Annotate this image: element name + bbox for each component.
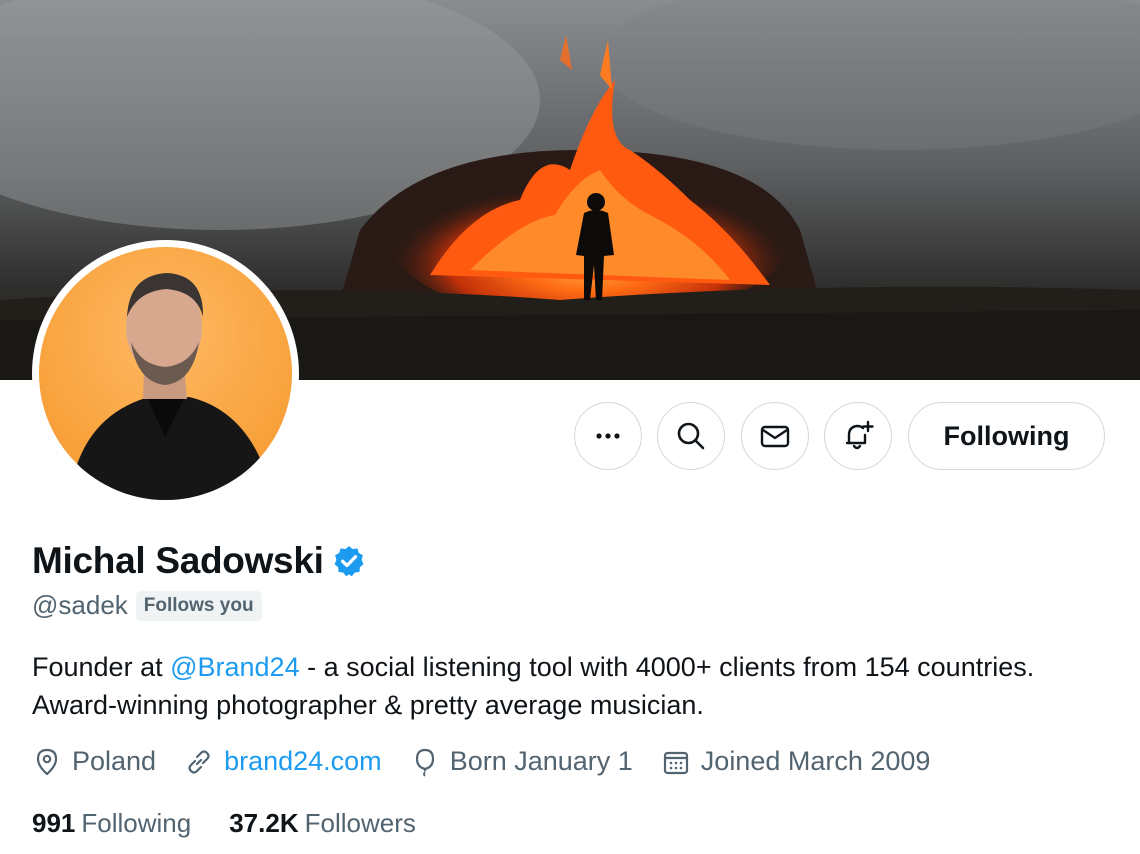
following-count: 991 [32, 808, 76, 838]
joined-item: Joined March 2009 [661, 746, 931, 777]
location-item: Poland [32, 746, 156, 777]
profile-stats: 991 Following 37.2K Followers [32, 808, 454, 839]
profile-avatar[interactable] [32, 240, 299, 507]
calendar-icon [663, 751, 688, 774]
following-button[interactable]: Following [908, 402, 1105, 470]
display-name: Michal Sadowski [32, 540, 324, 581]
birthday-item: Born January 1 [410, 746, 633, 777]
location-text: Poland [72, 746, 157, 776]
more-dots-icon [596, 433, 620, 439]
birthday-text: Born January 1 [449, 746, 633, 776]
avatar-image [39, 247, 292, 500]
profile-bio: Founder at @Brand24 - a social listening… [32, 648, 1112, 724]
joined-text: Joined March 2009 [700, 746, 931, 776]
following-label: Following [81, 808, 192, 838]
handle-row: @sadek Follows you [32, 590, 262, 621]
follows-you-badge: Follows you [135, 590, 262, 621]
message-button[interactable] [741, 402, 809, 470]
bell-plus-icon [845, 420, 874, 450]
profile-handle: @sadek [32, 590, 128, 620]
mail-icon [760, 425, 790, 448]
balloon-icon [415, 748, 434, 777]
search-icon [677, 422, 705, 450]
more-button[interactable] [574, 402, 642, 470]
profile-name-row: Michal Sadowski [32, 540, 366, 582]
followers-label: Followers [304, 808, 416, 838]
followers-count: 37.2K [229, 808, 299, 838]
website-item: brand24.com [184, 746, 382, 777]
location-pin-icon [36, 748, 58, 775]
verified-badge-icon [332, 544, 366, 578]
bio-mention-link[interactable]: @Brand24 [170, 652, 300, 682]
followers-count-link[interactable]: 37.2K Followers [229, 808, 416, 839]
notifications-button[interactable] [824, 402, 892, 470]
search-profile-button[interactable] [657, 402, 725, 470]
profile-meta: Poland brand24.com Born January 1 Joined… [32, 746, 958, 777]
website-link[interactable]: brand24.com [224, 746, 382, 777]
bio-text-prefix: Founder at [32, 652, 171, 682]
link-icon [188, 749, 210, 774]
following-count-link[interactable]: 991 Following [32, 808, 191, 839]
